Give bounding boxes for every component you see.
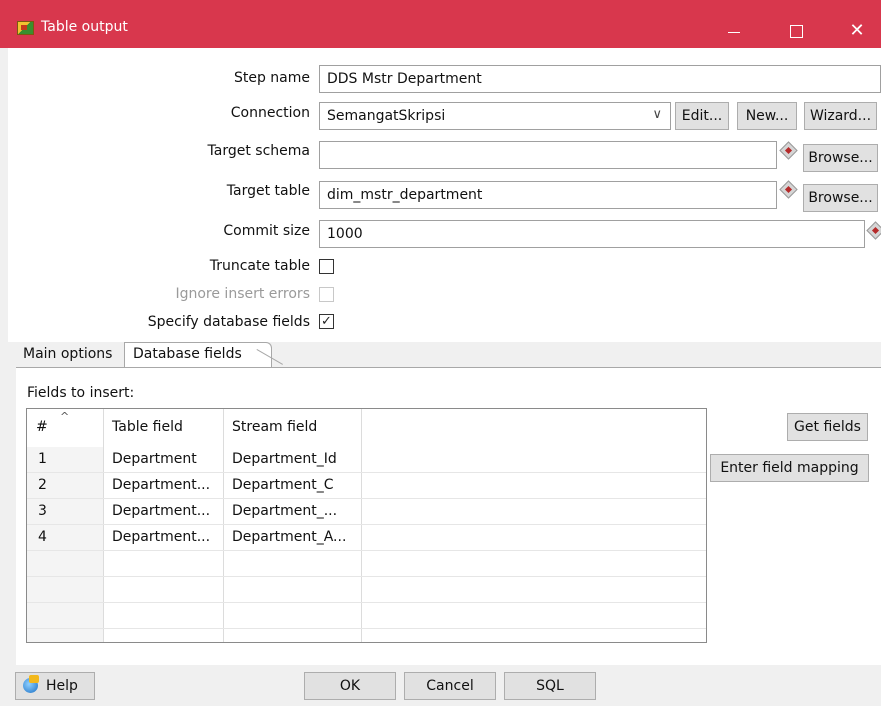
fields-table[interactable]: # ^ Table field Stream field 1 Departmen… (26, 408, 707, 643)
column-header-number[interactable]: # (36, 419, 48, 435)
enter-field-mapping-button[interactable]: Enter field mapping (710, 454, 869, 482)
table-field-cell[interactable]: Department... (112, 477, 210, 493)
ignore-insert-errors-checkbox[interactable] (319, 287, 334, 302)
variable-icon (779, 141, 798, 160)
connection-select[interactable]: SemangatSkripsi ∨ (319, 102, 671, 130)
table-field-cell[interactable]: Department... (112, 529, 210, 545)
sql-button[interactable]: SQL (504, 672, 596, 700)
stream-field-cell[interactable]: Department_Id (232, 451, 337, 467)
chevron-down-icon[interactable]: ∨ (652, 106, 662, 124)
sort-ascending-icon: ^ (60, 410, 70, 423)
dialog-button-bar: Help OK Cancel SQL (0, 665, 881, 706)
row-number: 1 (38, 451, 47, 467)
stream-field-cell[interactable]: Department_... (232, 503, 337, 519)
new-connection-button[interactable]: New... (737, 102, 797, 130)
ok-button[interactable]: OK (304, 672, 396, 700)
table-row[interactable]: 3 Department... Department_... (27, 499, 706, 525)
specify-database-fields-checkbox[interactable]: ✓ (319, 314, 334, 329)
browse-table-button[interactable]: Browse... (803, 184, 878, 212)
column-header-table-field[interactable]: Table field (112, 419, 183, 435)
wizard-button[interactable]: Wizard... (804, 102, 877, 130)
tab-strip: Main options Database fields (16, 342, 881, 368)
table-header: # ^ Table field Stream field (27, 409, 706, 447)
minimize-button[interactable] (711, 14, 757, 48)
commit-size-input[interactable]: 1000 (319, 220, 865, 248)
close-button[interactable]: ✕ (834, 14, 880, 48)
stream-field-cell[interactable]: Department_A... (232, 529, 346, 545)
maximize-button[interactable] (773, 14, 819, 48)
table-output-dialog: Table output ✕ Step name DDS Mstr Depart… (0, 0, 881, 706)
tab-database-fields[interactable]: Database fields (124, 342, 272, 368)
specify-database-fields-label: Specify database fields (147, 314, 310, 330)
fields-to-insert-label: Fields to insert: (27, 385, 135, 401)
row-number: 2 (38, 477, 47, 493)
browse-schema-button[interactable]: Browse... (803, 144, 878, 172)
row-number: 4 (38, 529, 47, 545)
window-title: Table output (41, 19, 128, 35)
get-fields-button[interactable]: Get fields (787, 413, 868, 441)
target-table-input[interactable]: dim_mstr_department (319, 181, 777, 209)
connection-label: Connection (230, 105, 310, 121)
column-header-stream-field[interactable]: Stream field (232, 419, 317, 435)
empty-table-row[interactable] (27, 603, 706, 629)
ignore-insert-errors-label: Ignore insert errors (175, 286, 310, 302)
target-schema-input[interactable] (319, 141, 777, 169)
truncate-table-checkbox[interactable] (319, 259, 334, 274)
help-icon (23, 675, 39, 693)
table-field-cell[interactable]: Department (112, 451, 197, 467)
truncate-table-label: Truncate table (209, 258, 310, 274)
app-icon (17, 21, 34, 35)
empty-table-row[interactable] (27, 551, 706, 577)
empty-table-row[interactable] (27, 577, 706, 603)
commit-size-label: Commit size (223, 223, 310, 239)
tab-main-options[interactable]: Main options (23, 346, 112, 362)
row-number: 3 (38, 503, 47, 519)
title-bar[interactable]: Table output ✕ (0, 0, 881, 48)
edit-connection-button[interactable]: Edit... (675, 102, 729, 130)
step-name-label: Step name (233, 70, 310, 86)
cancel-button[interactable]: Cancel (404, 672, 496, 700)
target-schema-label: Target schema (207, 143, 310, 159)
help-button-label: Help (46, 678, 78, 694)
connection-value: SemangatSkripsi (327, 108, 446, 124)
help-button[interactable]: Help (15, 672, 95, 700)
table-field-cell[interactable]: Department... (112, 503, 210, 519)
step-name-input[interactable]: DDS Mstr Department (319, 65, 881, 93)
stream-field-cell[interactable]: Department_C (232, 477, 334, 493)
target-table-label: Target table (226, 183, 310, 199)
form-area: Step name DDS Mstr Department Connection… (8, 48, 881, 342)
table-row[interactable]: 4 Department... Department_A... (27, 525, 706, 551)
variable-icon (779, 180, 798, 199)
variable-icon (866, 221, 881, 240)
table-row[interactable]: 1 Department Department_Id (27, 447, 706, 473)
table-row[interactable]: 2 Department... Department_C (27, 473, 706, 499)
